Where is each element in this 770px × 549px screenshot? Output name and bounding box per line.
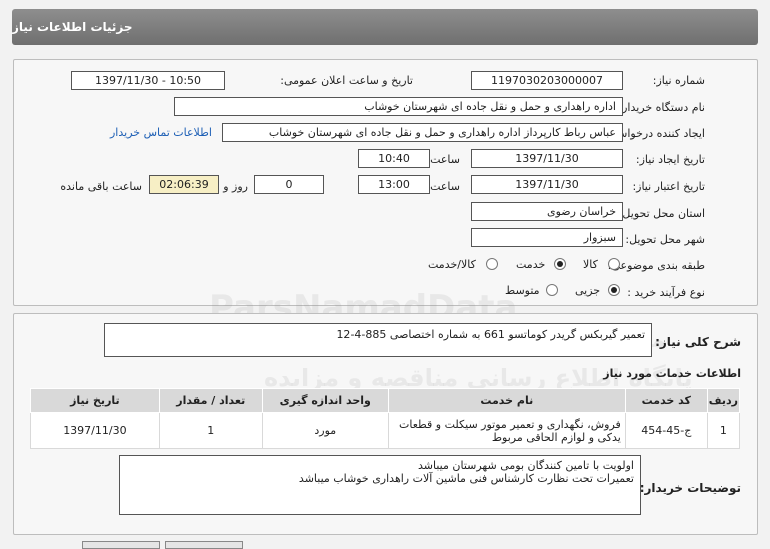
buyer-notes-label: توضیحات خریدار: bbox=[639, 481, 741, 495]
category-radio-service[interactable] bbox=[554, 258, 566, 270]
announce-label: تاریخ و ساعت اعلان عمومی: bbox=[280, 74, 413, 87]
summary-field: تعمیر گیربکس گریدر کوماتسو 661 به شماره … bbox=[104, 323, 652, 357]
col-header-code: کد خدمت bbox=[624, 388, 708, 413]
cell-row: 1 bbox=[706, 412, 741, 449]
buyer-notes-line-2: تعمیرات تحت نظارت کارشناس فنی ماشین آلات… bbox=[298, 472, 634, 485]
col-header-date: تاریخ نیاز bbox=[30, 388, 160, 413]
buyer-notes-field: اولویت با تامین کنندگان بومی شهرستان میب… bbox=[119, 455, 641, 515]
need-number-field: 1197030203000007 bbox=[471, 71, 623, 90]
need-number-label: شماره نیاز: bbox=[652, 74, 705, 87]
cell-quantity: 1 bbox=[158, 412, 263, 449]
cell-code: ج-45-454 bbox=[624, 412, 708, 449]
window-title: جزئیات اطلاعات نیاز bbox=[12, 9, 758, 45]
buyer-contact-link[interactable]: اطلاعات تماس خریدار bbox=[110, 126, 212, 139]
announce-field: 1397/11/30 - 10:50 bbox=[71, 71, 225, 90]
category-option-goods: کالا bbox=[583, 258, 598, 271]
col-header-quantity: تعداد / مقدار bbox=[158, 388, 263, 413]
requester-field: عباس رباط کارپرداز اداره راهداری و حمل و… bbox=[222, 123, 623, 142]
validity-time-label: ساعت bbox=[430, 180, 460, 193]
back-button[interactable] bbox=[165, 541, 243, 549]
remaining-time-field: 02:06:39 bbox=[149, 175, 219, 194]
created-time-field: 10:40 bbox=[358, 149, 430, 168]
city-label: شهر محل تحویل: bbox=[625, 233, 705, 246]
summary-text: تعمیر گیربکس گریدر کوماتسو 661 به شماره … bbox=[336, 328, 645, 341]
buyer-org-field: اداره راهداری و حمل و نقل جاده ای شهرستا… bbox=[174, 97, 623, 116]
validity-label: تاریخ اعتبار نیاز: bbox=[632, 180, 705, 193]
city-field: سبزوار bbox=[471, 228, 623, 247]
col-header-name: نام خدمت bbox=[387, 388, 626, 413]
cell-unit: مورد bbox=[261, 412, 389, 449]
purchase-option-medium: متوسط bbox=[505, 284, 540, 297]
validity-date-field: 1397/11/30 bbox=[471, 175, 623, 194]
table-row: 1 ج-45-454 فروش، نگهداری و تعمیر موتور س… bbox=[30, 412, 741, 449]
services-table: ردیف کد خدمت نام خدمت واحد اندازه گیری ت… bbox=[30, 388, 741, 449]
remaining-label: ساعت باقی مانده bbox=[60, 180, 142, 193]
category-radio-goods[interactable] bbox=[608, 258, 620, 270]
cell-name: فروش، نگهداری و تعمیر موتور سیکلت و قطعا… bbox=[387, 412, 626, 449]
summary-label: شرح کلی نیاز: bbox=[655, 335, 741, 349]
created-date-field: 1397/11/30 bbox=[471, 149, 623, 168]
category-label: طبقه بندی موضوعی: bbox=[607, 259, 705, 272]
col-header-unit: واحد اندازه گیری bbox=[261, 388, 389, 413]
validity-time-field: 13:00 bbox=[358, 175, 430, 194]
services-panel: مرکز فراوری اطلاعات پارس نماد داده ها پا… bbox=[13, 313, 758, 535]
purchase-radio-minor[interactable] bbox=[608, 284, 620, 296]
buyer-notes-line-1: اولویت با تامین کنندگان بومی شهرستان میب… bbox=[418, 459, 634, 472]
province-label: استان محل تحویل: bbox=[618, 207, 705, 220]
purchase-radio-medium[interactable] bbox=[546, 284, 558, 296]
services-title: اطلاعات خدمات مورد نیاز bbox=[603, 367, 741, 380]
days-field: 0 bbox=[254, 175, 324, 194]
province-field: خراسان رضوی bbox=[471, 202, 623, 221]
need-details-panel: ParsNamadData شماره نیاز: 11970302030000… bbox=[13, 59, 758, 328]
created-time-label: ساعت bbox=[430, 153, 460, 166]
category-option-service: خدمت bbox=[516, 258, 546, 271]
days-label: روز و bbox=[223, 180, 248, 193]
category-option-goods-service: کالا/خدمت bbox=[428, 258, 476, 271]
print-button[interactable] bbox=[82, 541, 160, 549]
cell-date: 1397/11/30 bbox=[30, 412, 160, 449]
purchase-option-minor: جزیی bbox=[575, 284, 601, 297]
purchase-label: نوع فرآیند خرید : bbox=[627, 286, 705, 299]
buyer-org-label: نام دستگاه خریدار: bbox=[618, 101, 705, 114]
created-label: تاریخ ایجاد نیاز: bbox=[635, 153, 705, 166]
col-header-row: ردیف bbox=[706, 388, 741, 413]
category-radio-goods-service[interactable] bbox=[486, 258, 498, 270]
